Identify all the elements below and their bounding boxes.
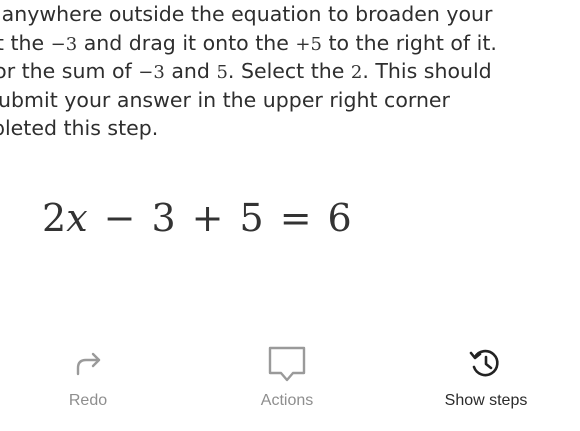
instruction-line-1: ck anywhere outside the equation to broa… <box>0 2 493 26</box>
instruction-line-4: . Submit your answer in the upper right … <box>0 87 450 112</box>
speech-bubble-icon <box>268 346 306 382</box>
math-term: −3 <box>138 62 165 83</box>
equation[interactable]: 2 x − 3 + 5 = 6 <box>42 196 352 240</box>
instruction-line-5: mpleted this step. <box>0 116 159 140</box>
equation-plus-operator[interactable]: + <box>192 196 224 240</box>
equation-coefficient[interactable]: 2 <box>42 196 66 240</box>
math-term: +5 <box>295 33 322 55</box>
equation-minus-operator[interactable]: − <box>104 196 136 240</box>
equation-term-5[interactable]: 5 <box>240 196 264 240</box>
equation-equals-sign[interactable]: = <box>280 196 312 240</box>
instruction-text: ect the <box>0 30 45 55</box>
instructions-text: ck anywhere outside the equation to broa… <box>0 0 572 143</box>
redo-label: Redo <box>68 392 108 409</box>
history-clock-icon <box>469 349 499 377</box>
redo-button[interactable]: Redo <box>28 344 148 410</box>
equation-variable[interactable]: x <box>66 196 87 240</box>
instruction-text: r for the sum of <box>0 59 132 83</box>
show-steps-button[interactable]: Show steps <box>426 344 546 410</box>
instruction-line-3: r for the sum of −3 and 5. Select the 2.… <box>0 57 572 86</box>
actions-button[interactable]: Actions <box>227 344 347 410</box>
instruction-text: . This should <box>362 59 492 83</box>
actions-label: Actions <box>260 392 314 409</box>
redo-arrow-icon <box>76 352 101 376</box>
show-steps-label: Show steps <box>444 392 528 409</box>
math-term: 5 <box>216 62 228 83</box>
math-term: −3 <box>50 33 78 55</box>
instruction-text: and drag it onto the <box>83 30 289 55</box>
instruction-text: to the right of it. <box>328 30 497 55</box>
equation-rhs[interactable]: 6 <box>328 196 352 240</box>
instruction-text: . Select the <box>227 59 345 83</box>
bottom-toolbar: Redo Actions Show steps <box>0 330 580 431</box>
equation-term-3[interactable]: 3 <box>151 196 175 240</box>
instruction-line-2: ect the −3 and drag it onto the +5 to th… <box>0 29 572 58</box>
math-term: 2 <box>350 62 363 83</box>
instruction-text: and <box>171 59 210 83</box>
